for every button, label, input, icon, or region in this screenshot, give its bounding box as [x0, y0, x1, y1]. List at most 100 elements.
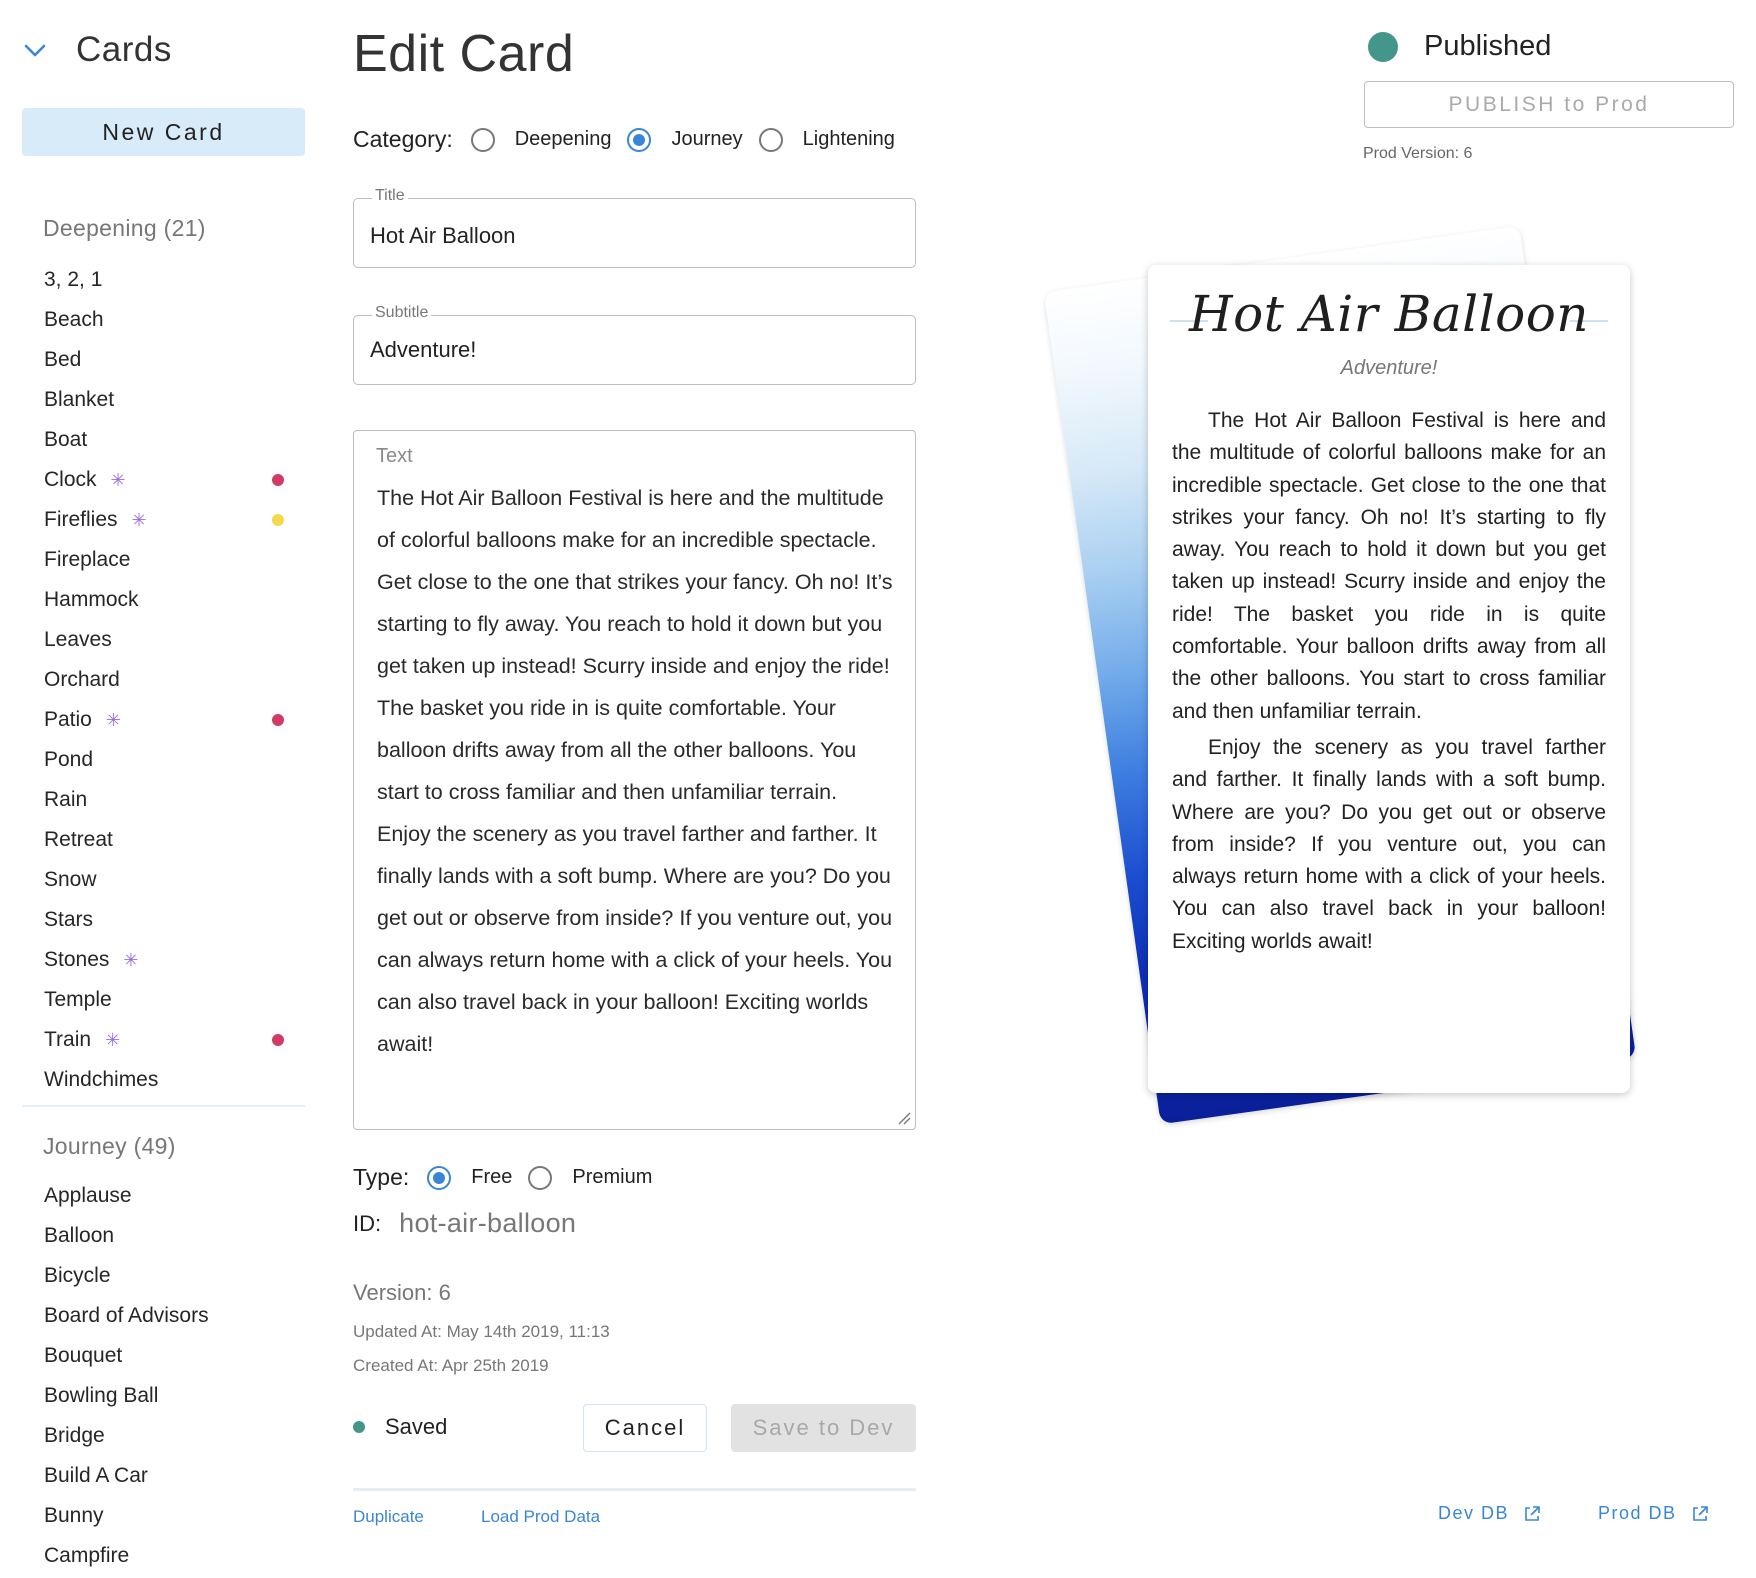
load-prod-data-link[interactable]: Load Prod Data: [481, 1507, 600, 1527]
prod-db-link[interactable]: Prod DB: [1598, 1503, 1709, 1524]
sidebar-item[interactable]: Stars: [0, 900, 310, 940]
sidebar-item[interactable]: Build A Car: [0, 1456, 310, 1496]
duplicate-link[interactable]: Duplicate: [353, 1507, 424, 1527]
category-radio-lightening[interactable]: [758, 127, 783, 152]
sidebar-item[interactable]: Stones ✳: [0, 940, 310, 980]
sidebar-item[interactable]: Bridge: [0, 1416, 310, 1456]
text-paragraph: The Hot Air Balloon Festival is here and…: [377, 486, 893, 804]
page-title: Edit Card: [353, 25, 575, 83]
card-preview: Hot Air Balloon Adventure! The Hot Air B…: [1148, 265, 1630, 1093]
sidebar-item-label: Hammock: [44, 588, 139, 611]
sidebar-item[interactable]: Temple: [0, 980, 310, 1020]
id-label: ID:: [353, 1210, 382, 1236]
star-icon: ✳: [105, 1029, 121, 1050]
cards-section-toggle[interactable]: Cards: [22, 30, 172, 70]
sidebar-item-label: Stars: [44, 908, 94, 931]
type-radio-premium[interactable]: [528, 1165, 553, 1190]
star-icon: ✳: [110, 469, 126, 490]
category-radio-journey[interactable]: [627, 127, 652, 152]
save-to-dev-button[interactable]: Save to Dev: [731, 1404, 916, 1452]
sidebar-item-label: Windchimes: [44, 1068, 159, 1091]
sidebar-item[interactable]: Boat: [0, 420, 310, 460]
title-field-value[interactable]: Hot Air Balloon: [370, 223, 516, 249]
sidebar-item[interactable]: Bowling Ball: [0, 1376, 310, 1416]
preview-subtitle: Adventure!: [1340, 357, 1438, 379]
sidebar-item[interactable]: Leaves: [0, 620, 310, 660]
sidebar-item[interactable]: Patio ✳: [0, 700, 310, 740]
category-radio-deepening[interactable]: [470, 127, 495, 152]
sidebar-item[interactable]: Bicycle: [0, 1256, 310, 1296]
sidebar-item[interactable]: Applause: [0, 1176, 310, 1216]
sidebar-item[interactable]: Balloon: [0, 1216, 310, 1256]
sidebar-item[interactable]: Board of Advisors: [0, 1296, 310, 1336]
prod-version-text: Prod Version: 6: [1363, 145, 1473, 162]
resize-handle-icon[interactable]: [897, 1111, 911, 1125]
text-field-content[interactable]: The Hot Air Balloon Festival is here and…: [377, 477, 897, 1065]
sidebar-title: Cards: [76, 30, 172, 69]
publish-to-prod-button[interactable]: PUBLISH to Prod: [1364, 81, 1734, 128]
sidebar-item[interactable]: Retreat: [0, 820, 310, 860]
type-label: Type:: [353, 1164, 410, 1190]
editor-divider: [353, 1488, 916, 1491]
cancel-button[interactable]: Cancel: [583, 1404, 707, 1452]
sidebar-item-label: 3, 2, 1: [44, 268, 103, 291]
category-option-lightening[interactable]: Lightening: [803, 128, 895, 151]
dev-db-label: Dev DB: [1438, 1503, 1510, 1523]
type-radio-free[interactable]: [427, 1165, 452, 1190]
group-title-journey[interactable]: Journey (49): [43, 1133, 176, 1160]
category-option-deepening[interactable]: Deepening: [515, 128, 612, 151]
sidebar-item-label: Bowling Ball: [44, 1384, 159, 1407]
group-title-deepening[interactable]: Deepening (21): [43, 215, 206, 242]
sidebar-item-label: Applause: [44, 1184, 132, 1207]
sidebar-item[interactable]: Pond: [0, 740, 310, 780]
sidebar-item[interactable]: Beach: [0, 300, 310, 340]
subtitle-field[interactable]: Subtitle Adventure!: [353, 304, 916, 385]
id-value: hot-air-balloon: [399, 1208, 577, 1238]
sidebar-item-label: Stones: [44, 948, 110, 971]
category-row: Category: Deepening Journey Lightening: [353, 126, 911, 153]
dev-db-link[interactable]: Dev DB: [1438, 1503, 1541, 1524]
new-card-button[interactable]: New Card: [22, 108, 305, 156]
sidebar-item-label: Bridge: [44, 1424, 105, 1447]
journey-card-list: Applause Balloon Bicycle Board of Advisors B…: [0, 1176, 310, 1576]
deepening-card-list: 3, 2, 1 Beach Bed Blanket Boat Clock ✳ Fireflie…: [0, 260, 310, 1100]
sidebar-divider: [22, 1105, 305, 1107]
subtitle-field-label: Subtitle: [372, 304, 432, 322]
sidebar-item[interactable]: Rain: [0, 780, 310, 820]
status-dot-icon: [272, 1034, 284, 1046]
preview-body: The Hot Air Balloon Festival is here and…: [1172, 405, 1606, 962]
sidebar-item[interactable]: Blanket: [0, 380, 310, 420]
sidebar-item-label: Patio: [44, 708, 92, 731]
sidebar-item[interactable]: Fireplace: [0, 540, 310, 580]
category-option-journey[interactable]: Journey: [671, 128, 742, 151]
sidebar-item-label: Rain: [44, 788, 88, 811]
created-at-text: Created At: Apr 25th 2019: [353, 1356, 549, 1375]
sidebar-item[interactable]: Hammock: [0, 580, 310, 620]
status-dot-icon: [272, 474, 284, 486]
subtitle-field-value[interactable]: Adventure!: [370, 337, 476, 363]
sidebar-item[interactable]: Train ✳: [0, 1020, 310, 1060]
star-icon: ✳: [105, 709, 121, 730]
title-field[interactable]: Title Hot Air Balloon: [353, 187, 916, 268]
sidebar-item[interactable]: Orchard: [0, 660, 310, 700]
type-option-free[interactable]: Free: [471, 1166, 512, 1189]
sidebar-item[interactable]: Bunny: [0, 1496, 310, 1536]
sidebar-item[interactable]: Bed: [0, 340, 310, 380]
sidebar-item-label: Orchard: [44, 668, 120, 691]
sidebar-item[interactable]: Snow: [0, 860, 310, 900]
sidebar-item[interactable]: Bouquet: [0, 1336, 310, 1376]
text-field-label: Text: [376, 445, 413, 467]
text-field[interactable]: Text The Hot Air Balloon Festival is her…: [353, 430, 916, 1130]
sidebar-item[interactable]: Fireflies ✳: [0, 500, 310, 540]
sidebar-item-label: Retreat: [44, 828, 113, 851]
sidebar-item-label: Bed: [44, 348, 82, 371]
published-status-dot: [1368, 32, 1398, 62]
type-option-premium[interactable]: Premium: [572, 1166, 652, 1189]
sidebar-item[interactable]: Windchimes: [0, 1060, 310, 1100]
external-link-icon: [1525, 1505, 1540, 1521]
status-dot: [353, 1421, 365, 1433]
sidebar-item[interactable]: Campfire: [0, 1536, 310, 1576]
sidebar-item-label: Clock: [44, 468, 97, 491]
sidebar-item[interactable]: Clock ✳: [0, 460, 310, 500]
sidebar-item[interactable]: 3, 2, 1: [0, 260, 310, 300]
